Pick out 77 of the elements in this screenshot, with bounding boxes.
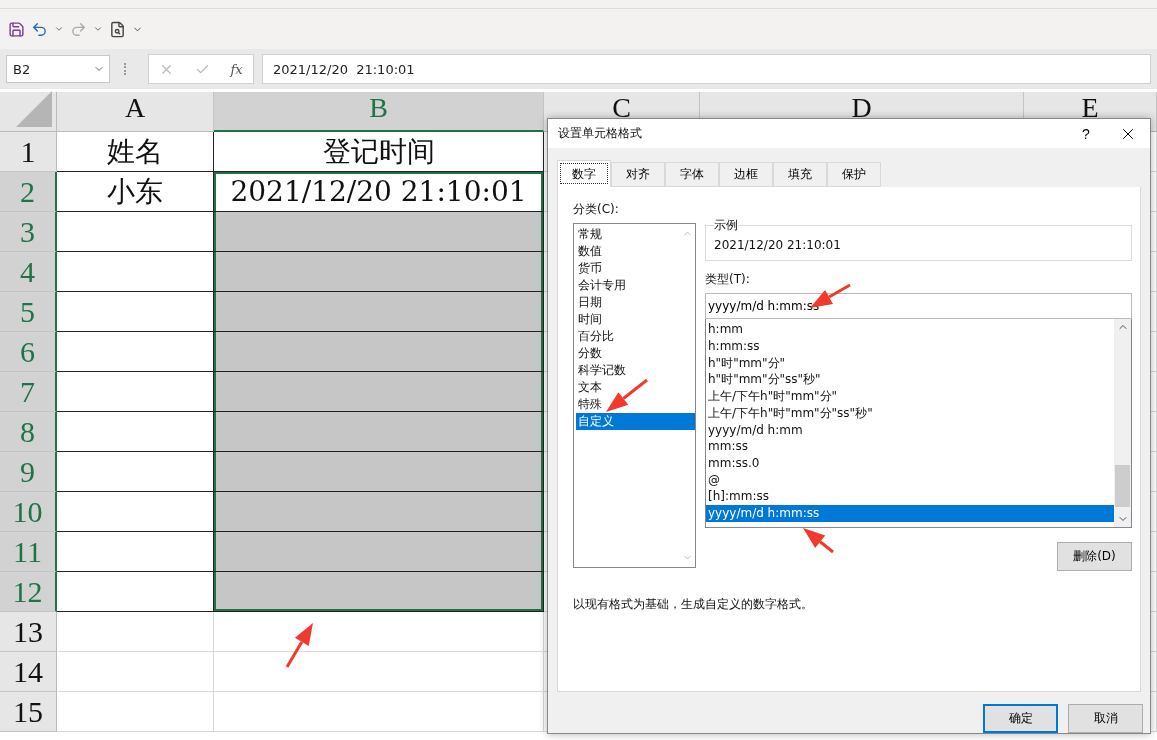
select-all-corner[interactable] <box>0 92 57 132</box>
dialog-tab[interactable]: 数字 <box>557 160 611 188</box>
row-header[interactable]: 9 <box>0 452 57 492</box>
category-item[interactable]: 会计专用 <box>576 277 695 295</box>
type-item[interactable]: h:mm:ss <box>706 338 1114 355</box>
delete-button[interactable]: 删除(D) <box>1057 542 1132 572</box>
row-header[interactable]: 3 <box>0 212 57 252</box>
cell-reference: B2 <box>13 61 31 77</box>
redo-icon[interactable] <box>70 20 87 38</box>
category-item[interactable]: 科学记数 <box>576 362 695 380</box>
category-item[interactable]: 百分比 <box>576 328 695 346</box>
type-item[interactable]: mm:ss <box>706 438 1114 455</box>
row-header[interactable]: 5 <box>0 292 57 332</box>
type-item[interactable]: mm:ss.0 <box>706 454 1114 472</box>
type-list[interactable]: h:mm h:mm:ss h"时"mm"分" h"时"mm"分"ss"秒" 上午/下午h"时"mm"分" 上午/下午h"时"mm"分"ss"秒" yyyy/m/d h:mm mm:ss mm:ss.0 @ [h]:mm:ss yyyy/m/d h:mm:ss <box>705 319 1132 529</box>
table-cell: 登记时间 <box>214 132 544 172</box>
sample-value: 2021/12/20 21:10:01 <box>714 238 841 253</box>
row-header[interactable]: 12 <box>0 572 57 612</box>
scroll-thumb[interactable] <box>1115 465 1130 508</box>
dialog-tab[interactable]: 保护 <box>827 162 881 188</box>
category-item[interactable]: 时间 <box>576 311 695 329</box>
table-cell: 小东 <box>57 172 214 212</box>
table-cell: 2021/12/20 21:10:01 <box>214 172 544 212</box>
row-header[interactable]: 14 <box>0 652 57 692</box>
save-icon[interactable] <box>8 20 25 38</box>
row-header[interactable]: 8 <box>0 412 57 452</box>
type-label: 类型(T): <box>705 271 751 289</box>
name-box[interactable]: B2 <box>6 55 110 83</box>
column-header[interactable]: B <box>214 92 544 132</box>
pointer-arrow-icon <box>285 623 313 668</box>
row-header[interactable]: 13 <box>0 612 57 652</box>
dialog-tab[interactable]: 填充 <box>773 162 827 188</box>
type-item[interactable]: h"时"mm"分" <box>706 354 1114 372</box>
pointer-arrow-icon <box>803 528 834 554</box>
dialog-button[interactable]: 取消 <box>1068 704 1143 733</box>
category-item[interactable]: 分数 <box>576 345 695 363</box>
category-item[interactable]: 数值 <box>576 243 695 261</box>
type-item[interactable]: 上午/下午h"时"mm"分"ss"秒" <box>706 404 1114 422</box>
category-item[interactable]: 特殊 <box>576 396 695 414</box>
row-header[interactable]: 7 <box>0 372 57 412</box>
type-item[interactable]: @ <box>706 471 1114 489</box>
sample-label: 示例 <box>714 217 738 235</box>
description-text: 以现有格式为基础，生成自定义的数字格式。 <box>573 596 814 614</box>
type-item[interactable]: 上午/下午h"时"mm"分" <box>706 388 1114 405</box>
type-item[interactable]: yyyy/m/d h:mm <box>706 421 1114 439</box>
dialog-tab[interactable]: 对齐 <box>611 162 665 188</box>
formula-field[interactable]: 2021/12/20 21:10:01 <box>262 54 1151 84</box>
pointer-arrow-icon <box>606 378 648 412</box>
row-header[interactable]: 2 <box>0 172 57 212</box>
corner-triangle-icon <box>16 91 52 127</box>
category-item[interactable]: 货币 <box>576 260 695 278</box>
dialog-tab[interactable]: 字体 <box>665 162 719 188</box>
type-item[interactable]: h"时"mm"分"ss"秒" <box>706 371 1114 389</box>
column-header[interactable]: A <box>57 92 214 132</box>
category-list[interactable]: 常规 数值 货币 会计专用 日期 时间 百分比 分数 科学记数 文本 特殊 自定义 <box>573 223 696 569</box>
row-header[interactable]: 6 <box>0 332 57 372</box>
dialog-button[interactable]: 确定 <box>983 704 1058 733</box>
type-item[interactable]: [h]:mm:ss <box>706 488 1114 505</box>
row-header[interactable]: 4 <box>0 252 57 292</box>
row-header[interactable]: 10 <box>0 492 57 532</box>
row-header[interactable]: 1 <box>0 132 57 172</box>
caret-icon[interactable] <box>54 24 64 34</box>
type-item[interactable]: yyyy/m/d h:mm:ss <box>706 504 1114 522</box>
caret-icon[interactable] <box>93 24 103 34</box>
dialog-tab[interactable]: 边框 <box>719 162 773 188</box>
row-header[interactable]: 15 <box>0 692 57 732</box>
table-cell: 姓名 <box>57 132 214 172</box>
print-preview-icon[interactable] <box>109 20 126 38</box>
category-item[interactable]: 日期 <box>576 294 695 312</box>
row-header[interactable]: 11 <box>0 532 57 572</box>
category-item[interactable]: 自定义 <box>576 413 695 431</box>
category-item[interactable]: 常规 <box>576 226 695 244</box>
undo-icon[interactable] <box>31 20 48 38</box>
category-label: 分类(C): <box>573 201 620 219</box>
category-item[interactable]: 文本 <box>576 379 695 397</box>
type-item[interactable]: h:mm <box>706 321 1114 339</box>
insert-function-button[interactable]: fx <box>230 61 243 77</box>
